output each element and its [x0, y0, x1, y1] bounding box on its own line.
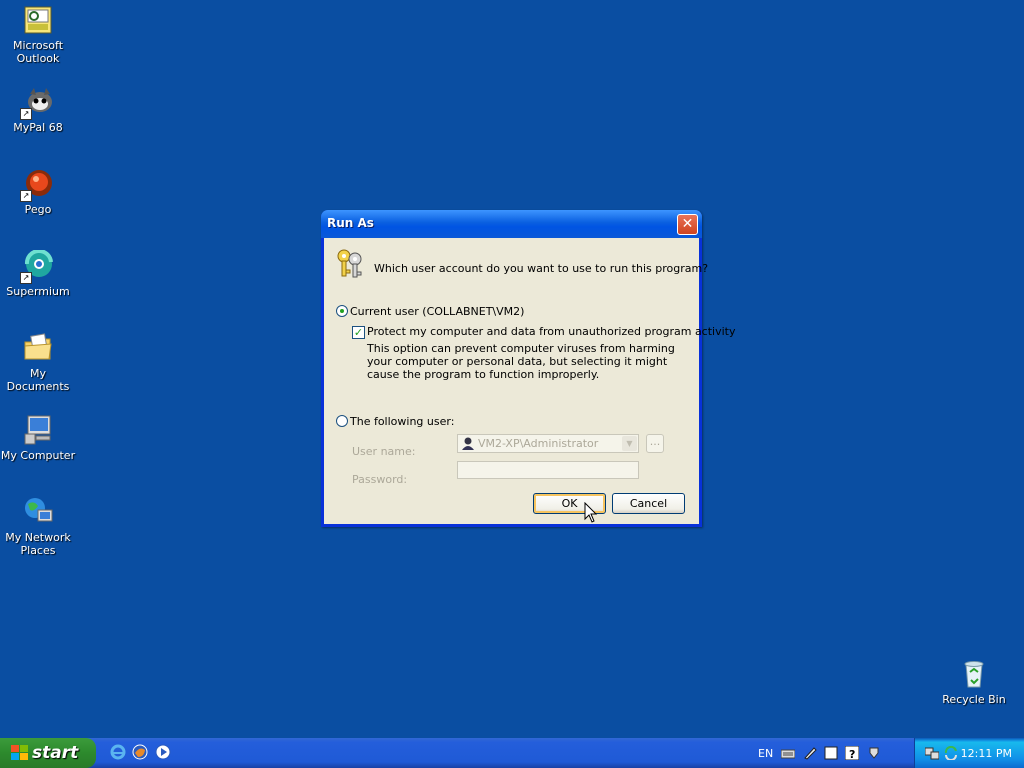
shortcut-arrow-icon: ↗ [20, 272, 32, 284]
my-computer-icon [22, 414, 54, 446]
safely-remove-icon[interactable] [867, 746, 881, 760]
internet-explorer-icon[interactable] [110, 744, 126, 760]
dialog-body: Which user account do you want to use to… [324, 238, 735, 524]
taskbar: start EN ? 12:11 PM [0, 738, 1024, 768]
user-icon [462, 437, 474, 450]
protect-label[interactable]: Protect my computer and data from unauth… [367, 325, 735, 338]
clock[interactable]: 12:11 PM [961, 747, 1012, 760]
current-user-label[interactable]: Current user (COLLABNET\VM2) [350, 305, 524, 318]
desktop-icon-label: Pego [24, 203, 52, 216]
desktop-icon-my-computer[interactable]: My Computer [0, 414, 76, 462]
pego-icon: ↗ [20, 168, 54, 202]
desktop-icon-label: Supermium [6, 285, 70, 298]
mypal-icon: ↗ [20, 86, 54, 120]
desktop-icon-label: Recycle Bin [942, 693, 1006, 706]
protect-checkbox[interactable]: ✓ [352, 326, 365, 339]
start-button[interactable]: start [0, 738, 96, 768]
shortcut-arrow-icon: ↗ [20, 190, 32, 202]
supermium-icon: ↗ [20, 249, 54, 284]
question-text: Which user account do you want to use to… [374, 262, 709, 275]
following-user-radio[interactable] [336, 415, 348, 427]
network-places-icon [22, 496, 54, 528]
following-user-label[interactable]: The following user: [350, 415, 454, 428]
desktop-icon-pego[interactable]: ↗ Pego [0, 168, 76, 216]
pen-icon[interactable] [803, 746, 817, 760]
shortcut-arrow-icon: ↗ [20, 108, 32, 120]
close-icon: ✕ [681, 216, 694, 232]
dialog-titlebar[interactable]: Run As ✕ [321, 210, 702, 238]
desktop-icon-my-documents[interactable]: My Documents [0, 332, 76, 393]
sync-icon[interactable] [944, 746, 958, 760]
help-icon[interactable] [824, 746, 838, 760]
desktop-icon-my-network-places[interactable]: My Network Places [0, 496, 76, 557]
desktop-icon-label: My Computer [0, 449, 76, 462]
question-icon[interactable]: ? [845, 746, 859, 760]
chevron-down-icon[interactable]: ▼ [622, 436, 637, 451]
svg-text:?: ? [849, 748, 855, 760]
desktop-icon-mypal[interactable]: ↗ MyPal 68 [0, 86, 76, 134]
windows-logo-icon [11, 745, 28, 760]
desktop-icon-microsoft-outlook[interactable]: Microsoft Outlook [0, 4, 76, 65]
password-field[interactable] [457, 461, 639, 479]
keyboard-icon[interactable] [781, 746, 795, 760]
mouse-cursor-icon [584, 502, 598, 523]
username-combobox[interactable]: VM2-XP\Administrator ▼ [457, 434, 639, 453]
protect-description: This option can prevent computer viruses… [367, 342, 675, 381]
desktop-icon-label: Microsoft Outlook [12, 39, 64, 65]
desktop-icon-supermium[interactable]: ↗ Supermium [0, 249, 76, 298]
desktop-icon-label: MyPal 68 [13, 121, 63, 134]
username-value: VM2-XP\Administrator [478, 437, 599, 450]
media-player-icon[interactable] [155, 744, 171, 760]
recycle-bin-icon [958, 658, 990, 690]
start-label: start [32, 743, 79, 763]
network-icon[interactable] [925, 746, 939, 760]
run-as-dialog: Run As ✕ Which user account do you want … [321, 210, 735, 527]
desktop-icon-label: My Documents [6, 367, 70, 393]
desktop-icon-recycle-bin[interactable]: Recycle Bin [936, 658, 1012, 706]
cancel-button[interactable]: Cancel [612, 493, 685, 514]
username-label: User name: [352, 445, 416, 458]
keys-icon [337, 249, 362, 278]
my-documents-icon [22, 332, 54, 364]
browse-users-button[interactable]: ... [646, 434, 664, 453]
desktop-icon-label: My Network Places [5, 531, 71, 557]
current-user-radio[interactable] [336, 305, 348, 317]
system-tray: 12:11 PM [914, 738, 1024, 768]
password-label: Password: [352, 473, 408, 486]
firefox-icon[interactable] [132, 744, 148, 760]
close-button[interactable]: ✕ [677, 214, 698, 235]
language-indicator[interactable]: EN [758, 747, 773, 760]
outlook-icon [22, 4, 54, 36]
dialog-title: Run As [327, 216, 374, 230]
